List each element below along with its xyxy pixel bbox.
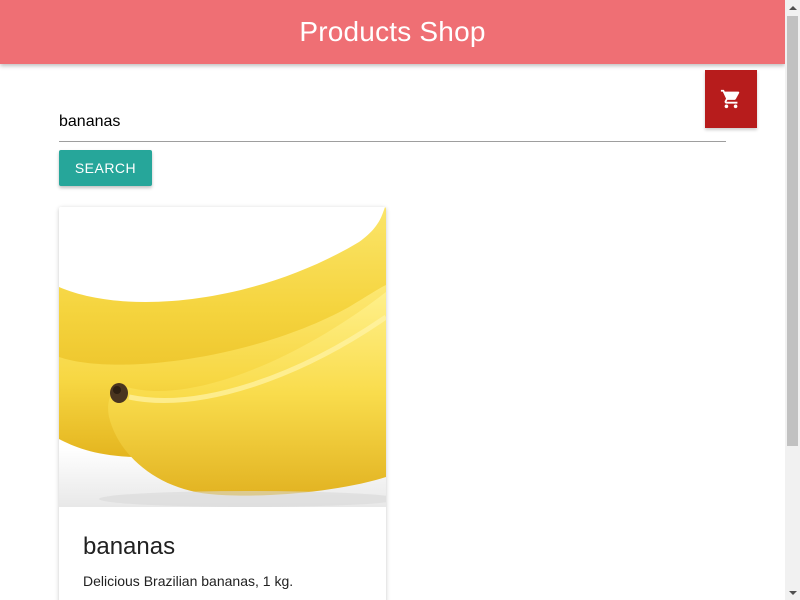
- product-image: [59, 207, 386, 507]
- cart-button[interactable]: [705, 70, 757, 128]
- page-title: Products Shop: [299, 16, 486, 47]
- product-card: bananas Delicious Brazilian bananas, 1 k…: [59, 207, 386, 600]
- search-input[interactable]: [59, 102, 726, 142]
- scroll-down-icon[interactable]: [785, 585, 800, 600]
- app-header: Products Shop: [0, 0, 785, 64]
- scroll-up-icon[interactable]: [785, 0, 800, 15]
- search-button[interactable]: Search: [59, 150, 152, 186]
- shopping-cart-icon: [720, 89, 740, 109]
- product-description: Delicious Brazilian bananas, 1 kg.: [83, 573, 294, 589]
- app-viewport: Products Shop Search: [0, 0, 800, 600]
- product-name: bananas: [83, 533, 176, 560]
- vertical-scrollbar[interactable]: [785, 0, 800, 600]
- scrollbar-thumb[interactable]: [787, 16, 798, 446]
